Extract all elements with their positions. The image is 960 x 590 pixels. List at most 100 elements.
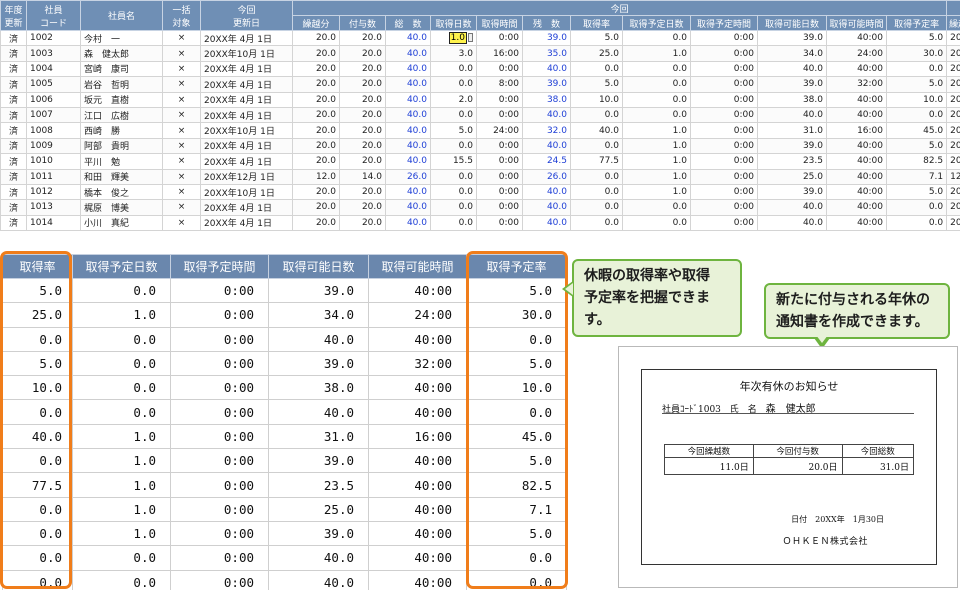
value-cell[interactable]: 1.0 [622, 168, 691, 185]
value-cell[interactable]: 0:00 [690, 122, 758, 139]
value-cell[interactable]: 30.0 [885, 45, 948, 62]
name-cell[interactable]: 森 健太郎 [80, 45, 163, 62]
value-cell[interactable]: 20.0 [292, 183, 340, 201]
code-cell[interactable]: 1007 [26, 106, 81, 124]
value-cell[interactable]: 40.0 [757, 214, 827, 232]
value-cell[interactable]: 40.0 [522, 214, 571, 232]
value-cell[interactable]: 20 [946, 183, 960, 201]
value-cell[interactable]: 40:00 [826, 60, 887, 78]
value-cell[interactable]: 1.0 [622, 122, 691, 139]
name-cell[interactable]: 岩谷 哲明 [80, 76, 163, 93]
value-cell[interactable]: 82.5 [885, 153, 948, 170]
value-cell[interactable]: 0.0 [430, 199, 477, 216]
value-cell[interactable]: 0.0 [430, 214, 477, 232]
value-cell[interactable]: 16:00 [476, 45, 523, 62]
value-cell[interactable]: 40.0 [385, 199, 431, 216]
status-cell[interactable]: 済 [0, 60, 27, 78]
date-cell[interactable]: 20XX年 4月 1日 [200, 153, 293, 170]
value-cell[interactable]: 10.0 [570, 91, 623, 108]
value-cell[interactable]: 20.0 [292, 122, 340, 139]
status-cell[interactable]: 済 [0, 183, 27, 201]
bulk-cell[interactable]: × [162, 60, 201, 78]
value-cell[interactable]: 12.0 [292, 168, 340, 185]
value-cell[interactable]: 20 [946, 199, 960, 216]
name-cell[interactable]: 橋本 俊之 [80, 183, 163, 201]
value-cell[interactable]: 1.0 [622, 183, 691, 201]
value-cell[interactable]: 0.0 [430, 168, 477, 185]
value-cell[interactable]: 5.0 [430, 122, 477, 139]
name-cell[interactable]: 和田 輝美 [80, 168, 163, 185]
value-cell[interactable]: 7.1 [885, 168, 948, 185]
code-cell[interactable]: 1011 [26, 168, 81, 185]
value-cell[interactable]: 0:00 [476, 183, 523, 201]
value-cell[interactable]: 2.0 [430, 91, 477, 108]
value-cell[interactable]: 0.0 [570, 183, 623, 201]
value-cell[interactable]: 0.0 [885, 60, 948, 78]
value-cell[interactable]: 20.0 [339, 60, 386, 78]
value-cell[interactable]: 20 [946, 153, 960, 170]
value-cell[interactable]: 20 [946, 45, 960, 62]
value-cell[interactable]: 8:00 [476, 76, 523, 93]
value-cell[interactable]: 24.5 [522, 153, 571, 170]
value-cell[interactable]: 40.0 [385, 153, 431, 170]
code-cell[interactable]: 1003 [26, 45, 81, 62]
value-cell[interactable]: 20.0 [292, 214, 340, 232]
value-cell[interactable]: 20.0 [292, 199, 340, 216]
col-header[interactable]: 取得可能日数 [757, 15, 827, 31]
table-row[interactable]: 済 1013 梶原 博美 × 20XX年 4月 1日 20.0 20.0 40.0 0.0 0:0… [0, 199, 960, 216]
value-cell[interactable]: 20.0 [292, 29, 340, 47]
date-cell[interactable]: 20XX年12月 1日 [200, 168, 293, 185]
value-cell[interactable]: 1.0 [622, 45, 691, 62]
value-cell[interactable]: 35.0 [522, 45, 571, 62]
value-cell[interactable]: 20.0 [339, 199, 386, 216]
value-cell[interactable]: 0:00 [476, 60, 523, 78]
col-header[interactable]: 総 数 [385, 15, 431, 31]
date-cell[interactable]: 20XX年10月 1日 [200, 45, 293, 62]
code-cell[interactable]: 1014 [26, 214, 81, 232]
date-cell[interactable]: 20XX年10月 1日 [200, 183, 293, 201]
status-cell[interactable]: 済 [0, 137, 27, 155]
col-emp-code[interactable]: 社員 コード [26, 0, 81, 31]
name-cell[interactable]: 今村 一 [80, 29, 163, 47]
value-cell[interactable]: 0:00 [690, 183, 758, 201]
value-cell[interactable]: 40.0 [385, 137, 431, 155]
value-cell[interactable]: 0.0 [570, 214, 623, 232]
code-cell[interactable]: 1004 [26, 60, 81, 78]
value-cell[interactable]: 40.0 [385, 214, 431, 232]
value-cell[interactable]: 15.5 [430, 153, 477, 170]
edit-input[interactable]: 1.0 [448, 32, 467, 45]
value-cell[interactable]: 40.0 [757, 199, 827, 216]
value-cell[interactable]: 39.0 [522, 76, 571, 93]
bulk-cell[interactable]: × [162, 199, 201, 216]
value-cell[interactable]: 20.0 [339, 137, 386, 155]
value-cell[interactable]: 40.0 [522, 60, 571, 78]
col-header[interactable]: 取得日数 [430, 15, 477, 31]
name-cell[interactable]: 梶原 博美 [80, 199, 163, 216]
name-cell[interactable]: 小川 真紀 [80, 214, 163, 232]
table-row[interactable]: 済 1007 江口 広樹 × 20XX年 4月 1日 20.0 20.0 40.0 0.0 0:0… [0, 106, 960, 124]
value-cell[interactable]: 0.0 [622, 106, 691, 124]
col-emp-name[interactable]: 社員名 [80, 0, 163, 31]
value-cell[interactable]: 38.0 [522, 91, 571, 108]
value-cell[interactable]: 32.0 [522, 122, 571, 139]
value-cell[interactable]: 77.5 [570, 153, 623, 170]
value-cell[interactable]: 24:00 [476, 122, 523, 139]
value-cell[interactable]: 39.0 [757, 76, 827, 93]
value-cell[interactable]: 0.0 [622, 60, 691, 78]
value-cell[interactable]: 0.0 [570, 168, 623, 185]
value-cell[interactable]: 40.0 [522, 106, 571, 124]
table-row[interactable]: 済 1010 平川 勉 × 20XX年 4月 1日 20.0 20.0 40.0 15.5 0:0… [0, 153, 960, 170]
value-cell[interactable]: 20 [946, 91, 960, 108]
value-cell[interactable]: 40:00 [826, 29, 887, 47]
date-cell[interactable]: 20XX年 4月 1日 [200, 106, 293, 124]
table-row[interactable]: 済 1006 坂元 直樹 × 20XX年 4月 1日 20.0 20.0 40.0 2.0 0:0… [0, 91, 960, 108]
value-cell[interactable]: 40.0 [385, 76, 431, 93]
value-cell[interactable]: 0:00 [690, 199, 758, 216]
value-cell[interactable]: 0.0 [570, 60, 623, 78]
col-header[interactable]: 付与数 [339, 15, 386, 31]
status-cell[interactable]: 済 [0, 106, 27, 124]
status-cell[interactable]: 済 [0, 91, 27, 108]
value-cell[interactable]: 0:00 [476, 168, 523, 185]
value-cell[interactable]: 20 [946, 106, 960, 124]
value-cell[interactable]: 0:00 [690, 214, 758, 232]
